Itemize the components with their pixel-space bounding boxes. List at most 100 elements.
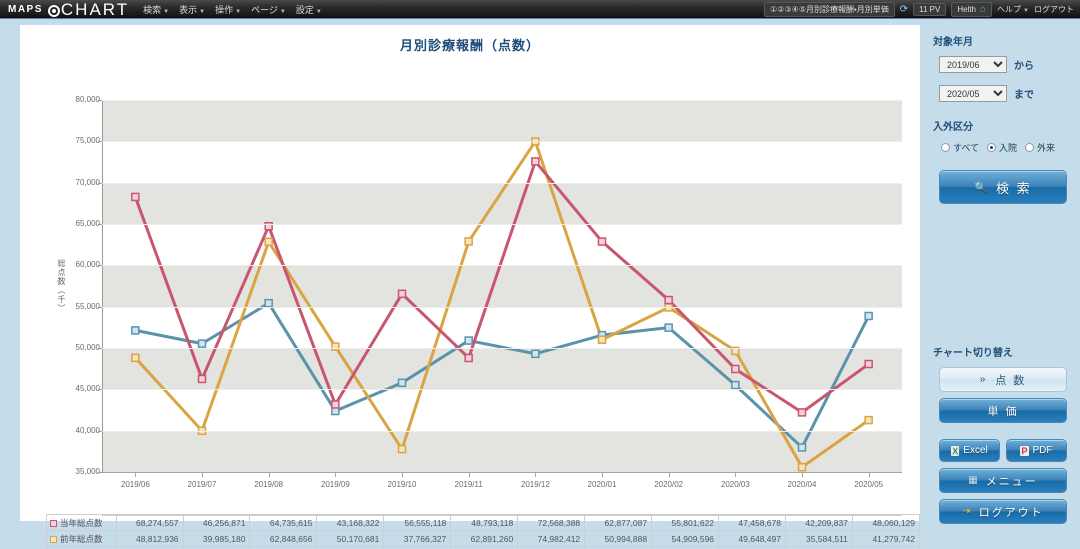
gridline bbox=[102, 306, 902, 308]
table-cell: 62,891,260 bbox=[450, 530, 519, 547]
data-point-marker bbox=[197, 374, 207, 384]
radio-all[interactable]: すべて bbox=[941, 141, 979, 154]
menu-page[interactable]: ページ ▼ bbox=[251, 3, 286, 16]
period-section-label: 対象年月 bbox=[933, 37, 973, 48]
series-line bbox=[135, 301, 871, 449]
table-cell: 43,168,322 bbox=[316, 514, 385, 531]
y-tick-mark bbox=[98, 265, 102, 267]
gridline bbox=[102, 100, 902, 101]
table-cell: 48,793,118 bbox=[450, 514, 519, 531]
data-point-marker bbox=[731, 380, 740, 390]
home-icon: ⌂ bbox=[980, 3, 987, 15]
y-tick-mark bbox=[98, 182, 102, 184]
gridline bbox=[102, 265, 902, 267]
menu-page-label: ページ bbox=[251, 4, 278, 15]
excel-export-button[interactable]: X Excel bbox=[939, 439, 1000, 462]
data-point-marker bbox=[864, 359, 873, 369]
pdf-export-button[interactable]: P PDF bbox=[1006, 439, 1067, 462]
gridline bbox=[102, 348, 902, 349]
menu-display[interactable]: 表示 ▼ bbox=[179, 3, 205, 16]
data-point-marker bbox=[397, 378, 407, 388]
data-point-marker bbox=[597, 237, 607, 246]
x-tick-mark bbox=[135, 472, 137, 477]
chevron-down-icon: ▼ bbox=[235, 8, 242, 15]
period-from-suffix: から bbox=[1014, 61, 1034, 72]
data-point-marker bbox=[531, 349, 540, 359]
y-tick-mark bbox=[98, 141, 102, 143]
x-tick-label: 2020/01 bbox=[587, 480, 617, 489]
radio-all-dot bbox=[941, 143, 950, 152]
series-line bbox=[133, 159, 870, 414]
y-tick-label: 55,000 bbox=[75, 301, 100, 311]
radio-inpatient-label: 入院 bbox=[999, 143, 1018, 153]
y-axis-tick-labels: 80,000 75,000 70,000 65,000 60,000 55,000 50,0… bbox=[40, 54, 100, 484]
refresh-icon[interactable]: ⟳ bbox=[900, 4, 908, 15]
x-tick-mark bbox=[802, 472, 803, 477]
menu-grid-icon: ▦ bbox=[968, 475, 980, 486]
series-lines bbox=[131, 137, 873, 472]
chart-switch-points-button[interactable]: » 点 数 bbox=[939, 367, 1067, 392]
data-point-marker bbox=[131, 353, 140, 363]
y-tick-label: 70,000 bbox=[75, 177, 100, 187]
x-tick-mark bbox=[268, 472, 270, 477]
data-point-marker bbox=[864, 311, 873, 321]
breadcrumb-label: ①②③④⑤月別診療報酬・月別単価 bbox=[770, 4, 889, 14]
table-cell: 56,555,118 bbox=[383, 514, 452, 531]
help-label: ヘルプ bbox=[997, 4, 1022, 14]
y-tick-label: 65,000 bbox=[75, 219, 100, 228]
y-tick-label: 75,000 bbox=[75, 136, 100, 146]
breadcrumb[interactable]: ①②③④⑤月別診療報酬・月別単価 bbox=[764, 1, 895, 17]
table-cell: 54,909,596 bbox=[651, 530, 720, 547]
period-from-row: 2019/06 から bbox=[939, 56, 1080, 73]
data-point-marker bbox=[864, 415, 873, 425]
table-cell: 41,279,742 bbox=[851, 530, 921, 547]
chart-switch-unitprice-button[interactable]: 単 価 bbox=[939, 398, 1067, 423]
data-point-marker bbox=[197, 339, 207, 348]
data-point-marker bbox=[464, 353, 473, 363]
logout-link[interactable]: ログアウト bbox=[1034, 4, 1074, 15]
menu-search[interactable]: 検索 ▼ bbox=[143, 3, 169, 16]
y-tick-label: 50,000 bbox=[75, 343, 100, 352]
table-cell: 48,060,129 bbox=[851, 514, 921, 531]
x-tick-label: 2020/03 bbox=[720, 480, 750, 489]
search-button[interactable]: 🔍 検 索 bbox=[939, 170, 1067, 204]
page-title: 月別診療報酬（点数） bbox=[399, 38, 540, 53]
data-point-marker bbox=[131, 326, 140, 335]
period-from-select[interactable]: 2019/06 bbox=[939, 56, 1007, 73]
menu-button-label: メニュー bbox=[985, 475, 1038, 488]
table-cell: 39,985,180 bbox=[182, 530, 251, 547]
data-point-marker bbox=[331, 400, 340, 409]
legend-swatch-icon bbox=[50, 535, 57, 543]
radio-outpatient[interactable]: 外来 bbox=[1025, 141, 1055, 154]
table-cell: 50,994,888 bbox=[584, 530, 653, 547]
menu-operation[interactable]: 操作 ▼ bbox=[215, 3, 241, 16]
pdf-icon: P bbox=[1020, 445, 1029, 456]
radio-inpatient[interactable]: 入院 bbox=[987, 141, 1017, 154]
chevron-right-icon: » bbox=[979, 374, 988, 385]
period-to-select[interactable]: 2020/05 bbox=[939, 85, 1007, 102]
top-navigation-bar: MAPS CHART 検索 ▼ 表示 ▼ 操作 ▼ ページ ▼ 設定 ▼ ①②③④⑤月別診… bbox=[0, 0, 1080, 19]
help-menu[interactable]: ヘルプ ▼ bbox=[997, 4, 1029, 15]
export-button-row: X Excel P PDF bbox=[939, 439, 1080, 462]
data-point-marker bbox=[464, 237, 473, 246]
table-cell: 49,648,497 bbox=[718, 530, 786, 547]
search-icon: 🔍 bbox=[974, 181, 991, 194]
x-tick-mark bbox=[868, 472, 870, 477]
table-cell: 55,801,622 bbox=[651, 514, 720, 531]
gridline bbox=[102, 224, 902, 225]
facility-home-button[interactable]: Helth ⌂ bbox=[951, 1, 993, 17]
logout-button[interactable]: ⇥ ログアウト bbox=[939, 499, 1067, 524]
data-point-marker bbox=[531, 157, 540, 166]
period-to-suffix: まで bbox=[1014, 90, 1034, 101]
chevron-down-icon: ▼ bbox=[279, 8, 286, 15]
menu-search-label: 検索 bbox=[143, 4, 162, 15]
app-logo: MAPS CHART bbox=[0, 1, 129, 18]
x-tick-label: 2019/09 bbox=[320, 480, 350, 489]
data-point-marker bbox=[664, 295, 673, 305]
data-point-marker bbox=[397, 444, 407, 454]
menu-settings[interactable]: 設定 ▼ bbox=[296, 3, 322, 16]
menu-button[interactable]: ▦ メニュー bbox=[939, 468, 1067, 493]
y-tick-mark bbox=[98, 100, 102, 101]
y-tick-mark bbox=[98, 389, 102, 391]
gridline bbox=[102, 389, 902, 391]
